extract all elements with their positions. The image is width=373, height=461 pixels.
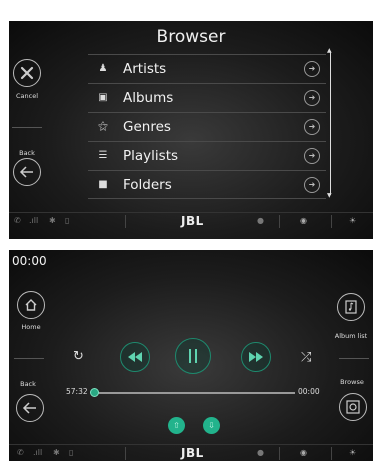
page-title: Browser xyxy=(156,27,226,47)
divider xyxy=(125,447,126,460)
list-item-albums[interactable]: ▣ Albums ➜ xyxy=(88,83,326,112)
browse-button[interactable] xyxy=(339,393,367,421)
item-label: Playlists xyxy=(123,148,179,164)
browse-label: Browse xyxy=(340,378,364,386)
progress-handle[interactable] xyxy=(90,388,99,397)
arrow-left-icon xyxy=(19,166,33,178)
brand-logo: JBL xyxy=(181,446,204,460)
remaining-time: 00:00 xyxy=(298,387,320,396)
speaker-icon xyxy=(346,400,360,414)
genre-icon: ⚝ xyxy=(98,121,108,132)
divider xyxy=(331,447,332,460)
item-label: Folders xyxy=(123,177,172,193)
volume-icon[interactable]: ☀ xyxy=(349,216,356,225)
player-screen: 00:00 Home Album list ↻ ⤮ Back Browse 57… xyxy=(9,250,373,461)
pause-button[interactable] xyxy=(175,338,211,374)
rewind-icon xyxy=(128,352,142,362)
scrollbar[interactable] xyxy=(330,51,331,195)
scroll-down-icon[interactable]: ▼ xyxy=(327,192,332,199)
arrow-right-icon: ➜ xyxy=(304,61,320,77)
pause-icon xyxy=(189,349,197,363)
album-list-button[interactable] xyxy=(337,293,365,321)
item-label: Artists xyxy=(123,61,167,77)
battery-icon: ▯ xyxy=(65,216,70,225)
list-item-playlists[interactable]: ☰ Playlists ➜ xyxy=(88,141,326,170)
phone-icon: ✆ xyxy=(14,216,21,225)
music-note-icon xyxy=(345,300,357,314)
status-bar: ✆ .ıll ✱ ▯ JBL ● ◉ ☀ xyxy=(9,444,373,461)
repeat-icon[interactable]: ↻ xyxy=(73,349,84,364)
arrow-right-icon: ➜ xyxy=(304,90,320,106)
divider xyxy=(279,447,280,460)
divider xyxy=(279,215,280,228)
arrow-left-icon xyxy=(22,402,36,414)
playlist-icon: ☰ xyxy=(98,150,108,161)
album-icon: ▣ xyxy=(98,92,108,103)
list-item-folders[interactable]: ■ Folders ➜ xyxy=(88,170,326,199)
album-list-label: Album list xyxy=(334,332,368,340)
divider xyxy=(331,215,332,228)
clock: 00:00 xyxy=(12,254,47,268)
status-bar: ✆ .ıll ✱ ▯ JBL ● ◉ ☀ xyxy=(9,212,373,230)
shuffle-icon[interactable]: ⤮ xyxy=(301,350,311,365)
brand-logo: JBL xyxy=(181,214,204,228)
thumbs-down-icon[interactable]: ⇩ xyxy=(203,417,220,434)
mute-icon[interactable]: ◉ xyxy=(300,448,307,457)
home-button[interactable] xyxy=(17,291,45,319)
signal-icon: .ıll xyxy=(33,448,43,457)
folder-icon: ■ xyxy=(98,179,108,190)
back-label: Back xyxy=(19,149,35,157)
bluetooth-icon: ✱ xyxy=(53,448,60,457)
cancel-button[interactable] xyxy=(13,59,41,87)
close-icon xyxy=(20,66,34,80)
item-label: Albums xyxy=(123,90,174,106)
arrow-right-icon: ➜ xyxy=(304,177,320,193)
divider xyxy=(12,127,42,128)
mic-icon: ● xyxy=(257,216,264,225)
progress-track[interactable] xyxy=(95,392,295,394)
browser-screen: Browser Cancel Back ♟ Artists ➜ ▣ Albums… xyxy=(9,21,373,239)
list-item-genres[interactable]: ⚝ Genres ➜ xyxy=(88,112,326,141)
bluetooth-icon: ✱ xyxy=(49,216,56,225)
arrow-right-icon: ➜ xyxy=(304,119,320,135)
phone-icon: ✆ xyxy=(17,448,24,457)
list-item-artists[interactable]: ♟ Artists ➜ xyxy=(88,54,326,83)
mute-icon[interactable]: ◉ xyxy=(300,216,307,225)
back-button[interactable] xyxy=(16,394,44,422)
elapsed-time: 57:32 xyxy=(66,387,88,396)
back-button[interactable] xyxy=(13,158,41,186)
divider xyxy=(125,215,126,228)
signal-icon: .ıll xyxy=(29,216,39,225)
divider xyxy=(339,358,369,359)
back-label: Back xyxy=(20,380,36,388)
mic-icon: ● xyxy=(257,448,264,457)
home-icon xyxy=(25,299,37,311)
next-button[interactable] xyxy=(241,342,271,372)
previous-button[interactable] xyxy=(120,342,150,372)
divider xyxy=(14,358,44,359)
fast-forward-icon xyxy=(249,352,263,362)
cancel-label: Cancel xyxy=(15,92,39,100)
thumbs-up-icon[interactable]: ⇧ xyxy=(168,417,185,434)
home-label: Home xyxy=(21,323,41,331)
person-icon: ♟ xyxy=(98,63,108,74)
item-label: Genres xyxy=(123,119,171,135)
volume-icon[interactable]: ☀ xyxy=(349,448,356,457)
arrow-right-icon: ➜ xyxy=(304,148,320,164)
battery-icon: ▯ xyxy=(69,448,74,457)
